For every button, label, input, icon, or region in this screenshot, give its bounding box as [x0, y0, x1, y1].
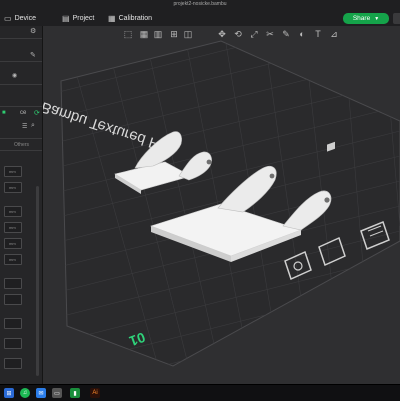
sidebar-plate-label: ce	[20, 110, 27, 116]
calendar-icon: ▦	[108, 13, 116, 23]
share-label: Share	[352, 15, 371, 22]
menu-device-label: Device	[14, 14, 36, 22]
unit-label: mm	[9, 241, 16, 246]
monitor-icon: ▭	[4, 13, 12, 23]
unit-label: mm	[9, 257, 16, 262]
menu-project[interactable]: ▤ Project	[62, 12, 94, 24]
title-bar: projekt2-nosicke.bambu ▭ Device ▤ Projec…	[0, 0, 400, 27]
setting-field[interactable]	[4, 338, 22, 349]
unit-label: mm	[9, 225, 16, 230]
list-icon[interactable]: ☰	[22, 123, 27, 130]
tab-others[interactable]: Others	[14, 142, 29, 148]
divider	[0, 138, 42, 139]
divider	[0, 38, 42, 39]
setting-field[interactable]	[4, 318, 22, 329]
setting-field[interactable]	[4, 278, 22, 289]
settings-sidebar: ⚙ ✎ ◉ ■ ce ⟳ ☰ ⌕ Others mm mm mm mm mm m…	[0, 26, 43, 384]
edit-icon[interactable]: ✎	[30, 51, 36, 59]
mail-icon[interactable]: ✉	[36, 388, 46, 398]
search-icon[interactable]: ⌕	[31, 122, 35, 130]
divider	[0, 61, 42, 62]
spotify-icon[interactable]: ♫	[20, 388, 30, 398]
illustrator-icon[interactable]: Ai	[90, 388, 100, 398]
3d-viewport[interactable]: ⬚ ▦ ▥ ⊞ ◫ ✥ ⟲ ⤢ ✂ ✎ ◐ T ⊿ Bambu Textured…	[43, 26, 400, 384]
file-icon: ▤	[62, 13, 70, 23]
unit-label: mm	[9, 169, 16, 174]
filament-slot-indicator[interactable]: ■	[2, 110, 6, 116]
bambu-studio-icon[interactable]: ▮	[70, 388, 80, 398]
chevron-down-icon: ▼	[374, 15, 380, 22]
sync-icon[interactable]: ⟳	[34, 109, 40, 117]
explorer-icon[interactable]: ▭	[52, 388, 62, 398]
more-button[interactable]	[393, 13, 400, 24]
divider	[0, 150, 42, 151]
setting-field[interactable]	[4, 294, 22, 305]
menu-calibration-label: Calibration	[118, 14, 153, 22]
window-title: projekt2-nosicke.bambu	[173, 1, 227, 7]
menu-device[interactable]: ▭ Device	[4, 12, 36, 24]
gear-icon[interactable]: ⚙	[30, 27, 36, 35]
start-icon[interactable]: ⊞	[4, 388, 14, 398]
menu-calibration[interactable]: ▦ Calibration	[108, 12, 152, 24]
divider	[0, 106, 42, 107]
setting-field[interactable]	[4, 358, 22, 369]
os-taskbar: ⊞ ♫ ✉ ▭ ▮ Ai	[0, 384, 400, 401]
unit-label: mm	[9, 209, 16, 214]
menu-project-label: Project	[72, 14, 95, 22]
build-plate-scene: Bambu Textured PEI 01	[43, 40, 400, 367]
nozzle-icon: ◉	[12, 73, 18, 79]
share-button[interactable]: Share ▼	[343, 13, 389, 24]
sidebar-scrollbar[interactable]	[36, 186, 39, 376]
unit-label: mm	[9, 185, 16, 190]
divider	[0, 84, 42, 85]
